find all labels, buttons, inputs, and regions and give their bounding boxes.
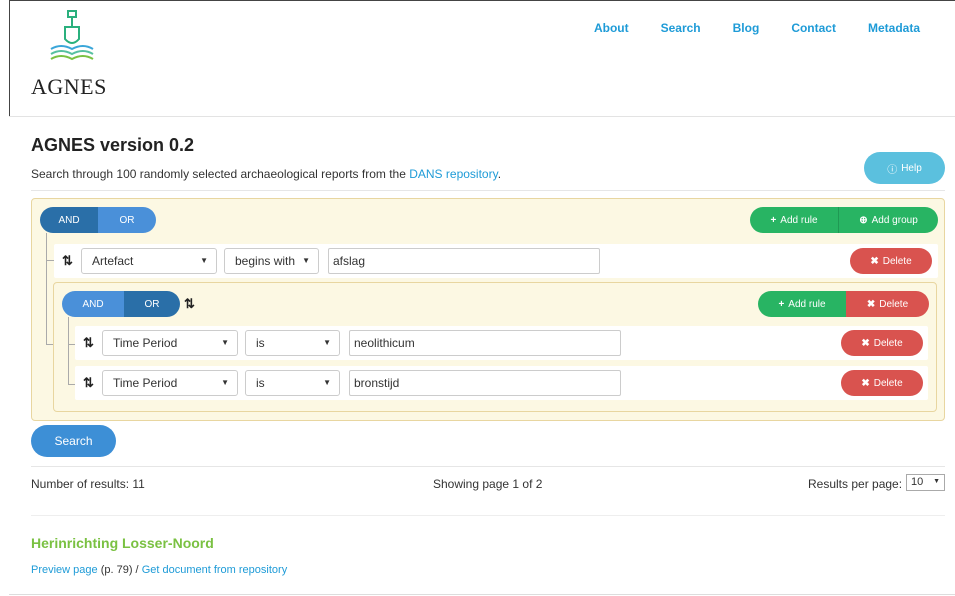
query-builder: AND OR + Add rule ⊕ Add group ⇅ Artefact ▼ … [31, 198, 945, 421]
group-condition-toggle: AND OR [62, 291, 180, 317]
close-icon: ✖ [861, 337, 870, 349]
nav-metadata[interactable]: Metadata [868, 21, 920, 35]
operator-select[interactable]: is ▼ [245, 370, 340, 396]
close-icon: ✖ [861, 377, 870, 389]
root-add-rule-button[interactable]: + Add rule [750, 207, 839, 233]
field-select[interactable]: Artefact ▼ [81, 248, 217, 274]
root-add-group: + Add rule ⊕ Add group [750, 207, 938, 233]
preview-page-link[interactable]: Preview page [31, 564, 98, 576]
result-links: Preview page (p. 79) / Get document from… [31, 564, 287, 576]
delete-label: Delete [873, 337, 903, 349]
help-label: Help [901, 162, 922, 174]
operator-select[interactable]: begins with ▼ [224, 248, 319, 274]
nav-search[interactable]: Search [661, 21, 701, 35]
tree-connector [46, 233, 54, 261]
field-select[interactable]: Time Period ▼ [102, 330, 238, 356]
main-nav: About Search Blog Contact Metadata [594, 21, 920, 35]
group-actions: + Add rule ✖ Delete [758, 291, 929, 317]
chevron-down-icon: ▼ [221, 378, 229, 387]
per-page-select[interactable]: 10 ▼ [906, 474, 945, 491]
field-select[interactable]: Time Period ▼ [102, 370, 238, 396]
add-rule-label: Add rule [788, 298, 826, 310]
group-or-button[interactable]: OR [124, 291, 180, 317]
per-page-value: 10 [911, 476, 924, 488]
result-title[interactable]: Herinrichting Losser-Noord [31, 535, 214, 551]
subtitle-text: Search through 100 randomly selected arc… [31, 167, 410, 181]
plus-circle-icon: ⊕ [859, 214, 868, 226]
subtitle-suffix: . [497, 167, 502, 181]
add-group-label: Add group [871, 214, 918, 226]
results-divider [31, 515, 945, 516]
sort-handle-icon[interactable]: ⇅ [62, 253, 73, 269]
results-count: Number of results: 11 [31, 477, 145, 491]
chevron-down-icon: ▼ [200, 256, 208, 265]
paging-info: Showing page 1 of 2 [433, 477, 543, 491]
operator-value: begins with [235, 254, 296, 268]
bottom-divider [9, 594, 955, 595]
chevron-down-icon: ▼ [933, 478, 940, 485]
nav-contact[interactable]: Contact [791, 21, 836, 35]
field-value: Artefact [92, 254, 134, 268]
dans-repository-link[interactable]: DANS repository [409, 167, 497, 181]
sort-handle-icon[interactable]: ⇅ [83, 375, 94, 391]
field-value: Time Period [113, 336, 178, 350]
chevron-down-icon: ▼ [221, 338, 229, 347]
close-icon: ✖ [866, 298, 876, 310]
site-logo[interactable]: AGNES [31, 9, 121, 99]
add-rule-label: Add rule [780, 214, 818, 226]
help-button[interactable]: ⓘ Help [864, 152, 945, 184]
delete-label: Delete [873, 377, 903, 389]
field-value: Time Period [113, 376, 178, 390]
info-icon: ⓘ [887, 164, 898, 176]
rule-row: ⇅ Artefact ▼ begins with ▼ afslag ✖ Delete [54, 244, 938, 278]
group-delete-button[interactable]: ✖ Delete [846, 291, 929, 317]
search-button[interactable]: Search [31, 425, 116, 457]
delete-label: Delete [882, 255, 912, 267]
operator-select[interactable]: is ▼ [245, 330, 340, 356]
sort-handle-icon[interactable]: ⇅ [83, 335, 94, 351]
chevron-down-icon: ▼ [323, 338, 331, 347]
plus-icon: + [778, 298, 785, 310]
plus-icon: + [770, 214, 777, 226]
root-condition-toggle: AND OR [40, 207, 156, 233]
results-divider [31, 466, 945, 467]
group-add-rule-button[interactable]: + Add rule [758, 291, 846, 317]
sort-handle-icon[interactable]: ⇅ [184, 296, 195, 312]
page-title: AGNES version 0.2 [31, 135, 195, 155]
page-reference: (p. 79) / [97, 564, 142, 576]
chevron-down-icon: ▼ [302, 256, 310, 265]
section-divider [31, 190, 945, 191]
rule-group: AND OR ⇅ + Add rule ✖ Delete ⇅ Time Period… [53, 282, 937, 412]
delete-rule-button[interactable]: ✖ Delete [841, 330, 923, 356]
value-input[interactable]: neolithicum [349, 330, 621, 356]
delete-rule-button[interactable]: ✖ Delete [841, 370, 923, 396]
close-icon: ✖ [870, 255, 879, 267]
rule-row: ⇅ Time Period ▼ is ▼ bronstijd ✖ Delete [75, 366, 928, 400]
nav-blog[interactable]: Blog [733, 21, 760, 35]
get-document-link[interactable]: Get document from repository [142, 564, 288, 576]
chevron-down-icon: ▼ [323, 378, 331, 387]
shovel-book-icon [50, 10, 94, 61]
delete-label: Delete [879, 298, 909, 310]
rule-row: ⇅ Time Period ▼ is ▼ neolithicum ✖ Delete [75, 326, 928, 360]
operator-value: is [256, 376, 265, 390]
page-subtitle: Search through 100 randomly selected arc… [31, 167, 501, 181]
site-header: AGNES About Search Blog Contact Metadata [9, 0, 955, 116]
per-page-label: Results per page: [808, 477, 903, 491]
operator-value: is [256, 336, 265, 350]
logo-text: AGNES [31, 74, 107, 99]
delete-rule-button[interactable]: ✖ Delete [850, 248, 932, 274]
root-and-button[interactable]: AND [40, 207, 98, 233]
group-and-button[interactable]: AND [62, 291, 124, 317]
value-input[interactable]: afslag [328, 248, 600, 274]
root-add-group-button[interactable]: ⊕ Add group [839, 207, 938, 233]
nav-about[interactable]: About [594, 21, 629, 35]
root-or-button[interactable]: OR [98, 207, 156, 233]
value-input[interactable]: bronstijd [349, 370, 621, 396]
header-divider [9, 116, 955, 117]
